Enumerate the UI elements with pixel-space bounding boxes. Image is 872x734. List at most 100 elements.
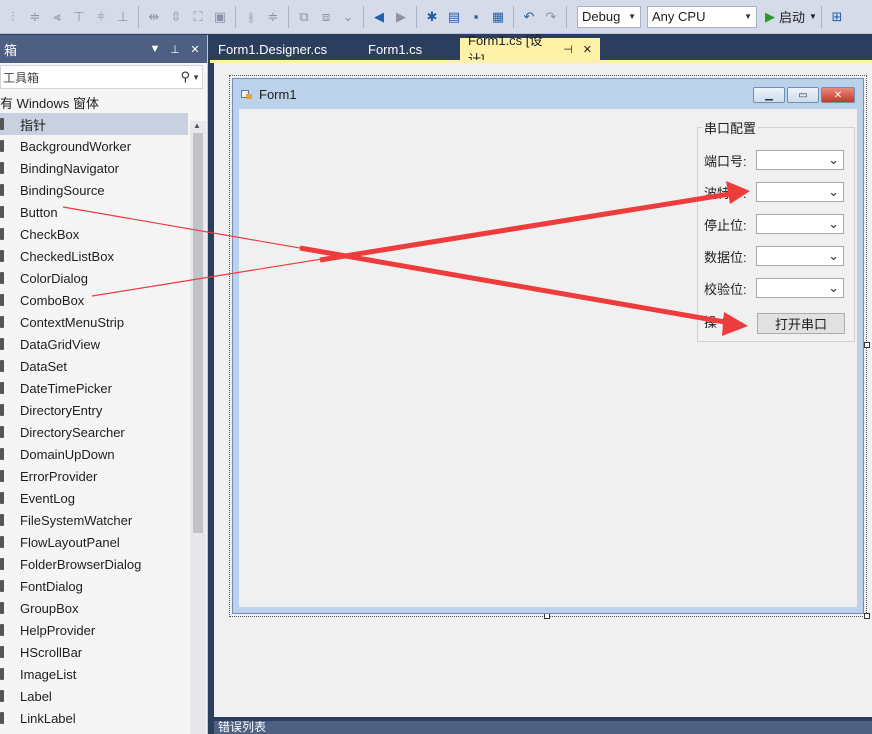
form-window[interactable]: Form1 ▁ ▭ ✕ 串口配置 端口号: ⌄ 波特率: ⌄ 停止位: ⌄ 数据位: ⌄ 校验位… bbox=[232, 78, 864, 614]
toolbox-item[interactable]: DateTimePicker bbox=[0, 377, 188, 399]
browser-link-icon[interactable]: ⊞ bbox=[828, 8, 846, 26]
toolbox-item[interactable]: BackgroundWorker bbox=[0, 135, 188, 157]
toolbox-item[interactable]: GroupBox bbox=[0, 597, 188, 619]
toolbar-separator bbox=[820, 5, 822, 28]
document-tab[interactable]: Form1.cs [设计]⊣✕ bbox=[460, 33, 600, 67]
toolbox-item[interactable]: ListBox bbox=[0, 729, 188, 734]
maximize-icon[interactable]: ▭ bbox=[787, 87, 819, 103]
serial-config-groupbox[interactable]: 串口配置 端口号: ⌄ 波特率: ⌄ 停止位: ⌄ 数据位: ⌄ 校验位: ⌄ 操 作: 打开串口 bbox=[697, 118, 855, 342]
close-icon[interactable]: ✕ bbox=[187, 43, 203, 56]
control-icon bbox=[0, 360, 4, 372]
config-combobox[interactable]: ⌄ bbox=[756, 278, 844, 298]
config-row: 校验位: ⌄ bbox=[704, 278, 844, 298]
pin-icon[interactable]: ⊣ bbox=[563, 43, 573, 56]
back-icon[interactable]: ◀ bbox=[370, 8, 388, 26]
align-right-icon[interactable]: ⫷ bbox=[48, 8, 66, 26]
center-horizontal-icon[interactable]: ⫲ bbox=[242, 8, 260, 26]
chevron-down-icon: ▼ bbox=[809, 12, 817, 21]
toolbox-item[interactable]: LinkLabel bbox=[0, 707, 188, 729]
save-icon[interactable]: ▪ bbox=[467, 8, 485, 26]
platform-select[interactable]: Any CPU ▼ bbox=[647, 5, 757, 28]
equal-height-icon[interactable]: ⇳ bbox=[167, 8, 185, 26]
align-left-icon[interactable]: ⫶ bbox=[4, 8, 22, 26]
grid-size-icon[interactable]: ▣ bbox=[211, 8, 229, 26]
toolbox-scrollbar[interactable]: ▲ bbox=[190, 121, 206, 734]
toolbox-item[interactable]: FileSystemWatcher bbox=[0, 509, 188, 531]
toolbox-item[interactable]: ImageList bbox=[0, 663, 188, 685]
toolbox-item[interactable]: FolderBrowserDialog bbox=[0, 553, 188, 575]
dropdown-icon[interactable]: ▼ bbox=[147, 43, 163, 55]
toolbox-item-label: BackgroundWorker bbox=[20, 138, 132, 154]
save-all-icon[interactable]: ▦ bbox=[489, 8, 507, 26]
toolbox-item[interactable]: DirectoryEntry bbox=[0, 399, 188, 421]
search-placeholder: 工具箱 bbox=[3, 70, 40, 85]
toolbox-item-label: ComboBox bbox=[20, 292, 85, 308]
pin-icon[interactable]: ⊥ bbox=[167, 43, 183, 56]
error-list-panel[interactable]: 错误列表 bbox=[214, 721, 872, 734]
config-row: 端口号: ⌄ bbox=[704, 150, 844, 170]
form-title-bar: Form1 ▁ ▭ ✕ bbox=[233, 79, 863, 109]
scroll-up-icon[interactable]: ▲ bbox=[193, 121, 201, 130]
toolbox-item[interactable]: Button bbox=[0, 201, 188, 223]
toolbox-group-header[interactable]: 有 Windows 窗体 bbox=[0, 91, 207, 113]
scrollbar-thumb[interactable] bbox=[193, 133, 203, 533]
center-vertical-icon[interactable]: ≑ bbox=[264, 8, 282, 26]
toolbox-item[interactable]: ComboBox bbox=[0, 289, 188, 311]
toolbar-separator bbox=[363, 5, 364, 28]
toolbox-item[interactable]: ColorDialog bbox=[0, 267, 188, 289]
toolbox-item[interactable]: CheckedListBox bbox=[0, 245, 188, 267]
new-project-icon[interactable]: ✱ bbox=[423, 8, 441, 26]
toolbox-item[interactable]: DataSet bbox=[0, 355, 188, 377]
toolbox-item[interactable]: HScrollBar bbox=[0, 641, 188, 663]
align-bottom-icon[interactable]: ⊥ bbox=[114, 8, 132, 26]
redo-icon[interactable]: ↷ bbox=[542, 8, 560, 26]
open-port-button[interactable]: 打开串口 bbox=[757, 313, 845, 334]
config-combobox[interactable]: ⌄ bbox=[756, 214, 844, 234]
configuration-select[interactable]: Debug ▼ bbox=[577, 5, 641, 28]
minimize-icon[interactable]: ▁ bbox=[753, 87, 785, 103]
config-combobox[interactable]: ⌄ bbox=[756, 246, 844, 266]
toolbox-item[interactable]: FontDialog bbox=[0, 575, 188, 597]
equal-width-icon[interactable]: ⇹ bbox=[145, 8, 163, 26]
undo-icon[interactable]: ↶ bbox=[520, 8, 538, 26]
start-button[interactable]: ▶ 启动 ▼ bbox=[765, 7, 817, 26]
forward-icon[interactable]: ▶ bbox=[392, 8, 410, 26]
form-client-area[interactable]: 串口配置 端口号: ⌄ 波特率: ⌄ 停止位: ⌄ 数据位: ⌄ 校验位: ⌄ 操 作: 打开串口 bbox=[239, 109, 857, 607]
align-center-icon[interactable]: ≑ bbox=[26, 8, 44, 26]
toolbox-item[interactable]: DirectorySearcher bbox=[0, 421, 188, 443]
toolbox-item[interactable]: DomainUpDown bbox=[0, 443, 188, 465]
config-combobox[interactable]: ⌄ bbox=[756, 150, 844, 170]
toolbox-item[interactable]: EventLog bbox=[0, 487, 188, 509]
search-icon[interactable]: ⚲ bbox=[181, 69, 191, 85]
toolbox-item[interactable]: Label bbox=[0, 685, 188, 707]
document-tab[interactable]: Form1.cs bbox=[360, 38, 460, 60]
group-label: 有 Windows 窗体 bbox=[0, 95, 99, 111]
bring-front-icon[interactable]: ⧉ bbox=[295, 8, 313, 26]
toolbar-separator bbox=[513, 5, 514, 28]
resize-handle-right[interactable] bbox=[864, 342, 870, 348]
align-top-icon[interactable]: ⊤ bbox=[70, 8, 88, 26]
control-icon bbox=[0, 404, 4, 416]
overflow-icon[interactable]: ⌄ bbox=[339, 8, 357, 26]
equal-size-icon[interactable]: ⛶ bbox=[189, 8, 207, 26]
control-icon bbox=[0, 272, 4, 284]
open-folder-icon[interactable]: ▤ bbox=[445, 8, 463, 26]
chevron-down-icon[interactable]: ▼ bbox=[192, 73, 200, 82]
toolbox-item[interactable]: ContextMenuStrip bbox=[0, 311, 188, 333]
toolbox-item[interactable]: BindingSource bbox=[0, 179, 188, 201]
toolbox-item[interactable]: BindingNavigator bbox=[0, 157, 188, 179]
toolbox-item[interactable]: 指针 bbox=[0, 113, 188, 135]
toolbox-item[interactable]: ErrorProvider bbox=[0, 465, 188, 487]
toolbox-item[interactable]: FlowLayoutPanel bbox=[0, 531, 188, 553]
toolbox-item[interactable]: CheckBox bbox=[0, 223, 188, 245]
resize-handle-corner[interactable] bbox=[864, 613, 870, 619]
config-combobox[interactable]: ⌄ bbox=[756, 182, 844, 202]
toolbox-item[interactable]: DataGridView bbox=[0, 333, 188, 355]
align-middle-icon[interactable]: ⫩ bbox=[92, 8, 110, 26]
toolbox-item[interactable]: HelpProvider bbox=[0, 619, 188, 641]
close-icon[interactable]: ✕ bbox=[821, 87, 855, 103]
close-icon[interactable]: ✕ bbox=[583, 43, 592, 56]
toolbox-search[interactable]: 工具箱 ⚲ ▼ bbox=[0, 65, 203, 89]
send-back-icon[interactable]: ⧈ bbox=[317, 8, 335, 26]
document-tab[interactable]: Form1.Designer.cs bbox=[210, 38, 360, 60]
